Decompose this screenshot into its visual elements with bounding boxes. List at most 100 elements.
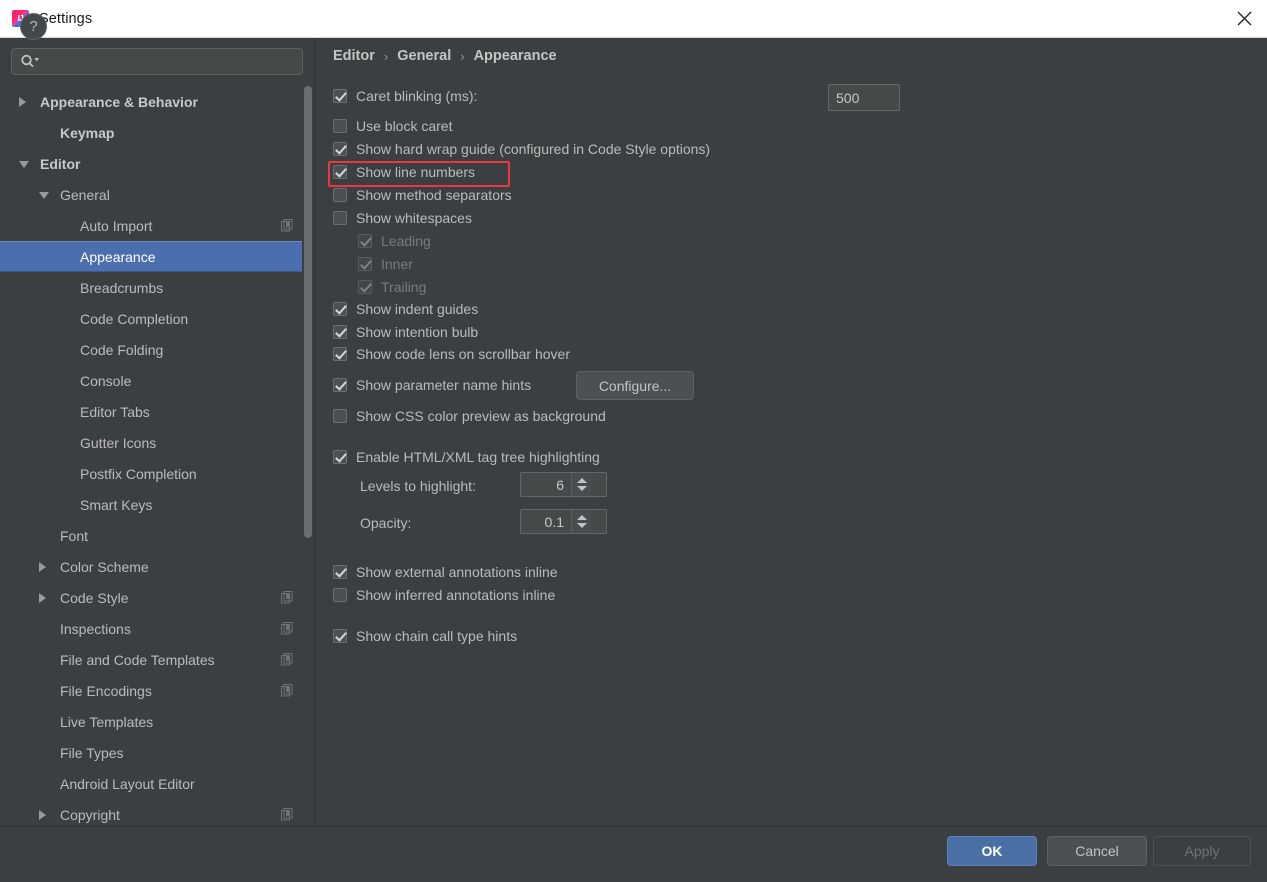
project-settings-icon — [281, 808, 294, 821]
chevron-down-icon[interactable] — [19, 161, 29, 168]
appearance-settings-panel: Editor › General › Appearance Caret blin… — [315, 38, 1267, 826]
search-icon — [20, 54, 40, 68]
sidebar-item-appearance-behavior[interactable]: Appearance & Behavior — [0, 86, 314, 117]
levels-to-highlight-input[interactable] — [521, 473, 571, 496]
opacity-input[interactable] — [521, 510, 571, 533]
show-whitespaces-checkbox[interactable] — [333, 211, 347, 225]
use-block-caret-checkbox[interactable] — [333, 119, 347, 133]
sidebar-item-editor[interactable]: Editor — [0, 148, 314, 179]
sidebar-item-file-and-code-templates[interactable]: File and Code Templates — [0, 644, 314, 675]
show-indent-guides-checkbox[interactable] — [333, 302, 347, 316]
opacity-spinner-buttons[interactable] — [571, 510, 591, 533]
show-intention-bulb-checkbox[interactable] — [333, 325, 347, 339]
sidebar-item-code-completion[interactable]: Code Completion — [0, 303, 314, 334]
sidebar-scrollbar-thumb[interactable] — [304, 86, 312, 538]
chevron-down-icon[interactable] — [576, 486, 587, 491]
css-color-preview-label: Show CSS color preview as background — [356, 408, 606, 424]
settings-sidebar: Appearance & Behavior Keymap Editor General… — [0, 38, 314, 826]
search-input[interactable] — [44, 49, 299, 74]
project-settings-icon — [281, 591, 294, 604]
close-icon[interactable] — [1221, 0, 1267, 37]
levels-to-highlight-label: Levels to highlight: — [360, 478, 476, 494]
option-css-color-preview: Show CSS color preview as background — [333, 408, 606, 424]
sidebar-scrollbar[interactable] — [302, 86, 314, 826]
sidebar-item-label: Inspections — [60, 620, 131, 637]
show-code-lens-checkbox[interactable] — [333, 347, 347, 361]
sidebar-item-file-types[interactable]: File Types — [0, 737, 314, 768]
settings-tree: Appearance & Behavior Keymap Editor General… — [0, 86, 314, 826]
sidebar-item-live-templates[interactable]: Live Templates — [0, 706, 314, 737]
sidebar-item-label: File Encodings — [60, 682, 152, 699]
chain-call-type-hints-label: Show chain call type hints — [356, 628, 518, 644]
inner-label: Inner — [381, 256, 413, 272]
breadcrumb-separator: › — [460, 48, 465, 64]
inferred-annotations-checkbox[interactable] — [333, 588, 347, 602]
search-field[interactable] — [11, 48, 303, 75]
show-hard-wrap-guide-checkbox[interactable] — [333, 142, 347, 156]
sidebar-item-font[interactable]: Font — [0, 520, 314, 551]
trailing-checkbox — [358, 280, 372, 294]
css-color-preview-checkbox[interactable] — [333, 409, 347, 423]
configure-parameter-hints-button[interactable]: Configure... — [576, 371, 694, 400]
chevron-right-icon[interactable] — [19, 97, 26, 107]
sidebar-item-console[interactable]: Console — [0, 365, 314, 396]
chevron-right-icon[interactable] — [39, 562, 46, 572]
sidebar-item-code-style[interactable]: Code Style — [0, 582, 314, 613]
breadcrumb-item-editor[interactable]: Editor — [333, 48, 375, 64]
help-button[interactable]: ? — [20, 13, 47, 40]
sidebar-item-appearance[interactable]: Appearance — [0, 241, 314, 272]
caret-blinking-input[interactable] — [828, 84, 900, 111]
sidebar-item-smart-keys[interactable]: Smart Keys — [0, 489, 314, 520]
sidebar-item-file-encodings[interactable]: File Encodings — [0, 675, 314, 706]
breadcrumb-separator: › — [383, 48, 389, 64]
levels-spinner-buttons[interactable] — [571, 473, 591, 496]
sidebar-item-breadcrumbs[interactable]: Breadcrumbs — [0, 272, 314, 303]
show-method-separators-label: Show method separators — [356, 187, 512, 203]
sidebar-item-color-scheme[interactable]: Color Scheme — [0, 551, 314, 582]
chevron-right-icon[interactable] — [39, 593, 46, 603]
sidebar-item-auto-import[interactable]: Auto Import — [0, 210, 314, 241]
leading-checkbox — [358, 234, 372, 248]
sidebar-item-code-folding[interactable]: Code Folding — [0, 334, 314, 365]
option-show-intention-bulb: Show intention bulb — [333, 324, 478, 340]
sidebar-item-label: Appearance & Behavior — [40, 93, 198, 110]
sidebar-item-inspections[interactable]: Inspections — [0, 613, 314, 644]
parameter-name-hints-label: Show parameter name hints — [356, 377, 532, 393]
chevron-down-icon[interactable] — [576, 523, 587, 528]
chevron-down-icon[interactable] — [39, 192, 49, 199]
option-leading: Leading — [358, 233, 431, 249]
sidebar-item-editor-tabs[interactable]: Editor Tabs — [0, 396, 314, 427]
sidebar-item-label: General — [60, 186, 110, 203]
sidebar-item-label: Code Folding — [80, 341, 164, 358]
option-external-annotations: Show external annotations inline — [333, 564, 558, 580]
chevron-up-icon[interactable] — [576, 515, 587, 520]
sidebar-item-keymap[interactable]: Keymap — [0, 117, 314, 148]
option-show-whitespaces: Show whitespaces — [333, 210, 472, 226]
settings-dialog: Settings Appearance & BehaviorKeymapEdit — [0, 0, 1267, 882]
project-settings-icon — [281, 684, 294, 697]
show-method-separators-checkbox[interactable] — [333, 188, 347, 202]
breadcrumb-item-general[interactable]: General — [397, 48, 451, 64]
cancel-button[interactable]: Cancel — [1047, 836, 1147, 866]
show-line-numbers-checkbox[interactable] — [333, 165, 347, 179]
caret-blinking-row: Caret blinking (ms): — [333, 88, 477, 104]
tag-tree-highlighting-checkbox[interactable] — [333, 450, 347, 464]
show-line-numbers-label: Show line numbers — [356, 164, 476, 180]
sidebar-item-copyright[interactable]: Copyright — [0, 799, 314, 826]
parameter-name-hints-checkbox[interactable] — [333, 378, 347, 392]
option-show-code-lens: Show code lens on scrollbar hover — [333, 346, 570, 362]
sidebar-item-postfix-completion[interactable]: Postfix Completion — [0, 458, 314, 489]
chevron-up-icon[interactable] — [576, 478, 587, 483]
sidebar-item-label: Gutter Icons — [80, 434, 157, 451]
sidebar-item-android-layout-editor[interactable]: Android Layout Editor — [0, 768, 314, 799]
external-annotations-checkbox[interactable] — [333, 565, 347, 579]
sidebar-item-gutter-icons[interactable]: Gutter Icons — [0, 427, 314, 458]
levels-to-highlight-stepper[interactable] — [520, 472, 607, 497]
chevron-right-icon[interactable] — [39, 810, 46, 820]
chain-call-type-hints-checkbox[interactable] — [333, 629, 347, 643]
caret-blinking-checkbox[interactable] — [333, 89, 347, 103]
ok-button[interactable]: OK — [947, 836, 1037, 866]
sidebar-item-general[interactable]: General — [0, 179, 314, 210]
opacity-stepper[interactable] — [520, 509, 607, 534]
sidebar-item-label: Smart Keys — [80, 496, 153, 513]
